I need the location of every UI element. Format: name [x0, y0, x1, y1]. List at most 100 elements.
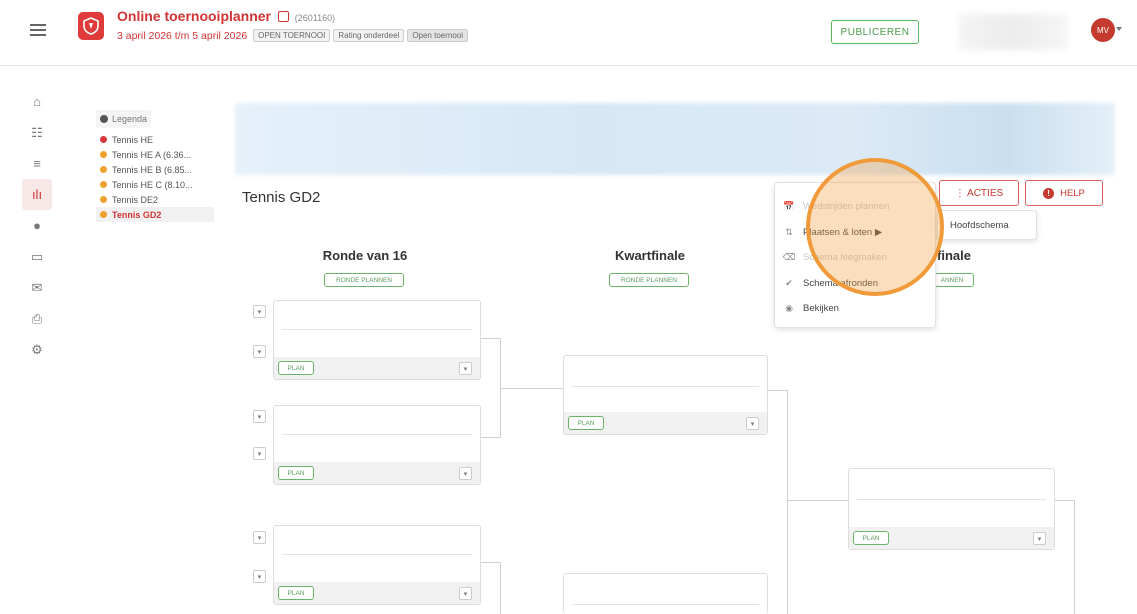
legend-item-label: Tennis GD2	[112, 209, 162, 220]
slot-divider	[857, 499, 1046, 500]
bracket-connector	[768, 390, 788, 614]
slot-dropdown[interactable]: ▾	[253, 410, 266, 423]
dates-text: 3 april 2026 t/m 5 april 2026	[117, 30, 248, 42]
sidebar-rail: ⌂ ☷ ≡ ılı ● ▭ ✉ ⎙ ⚙	[22, 86, 52, 365]
tournament-id: (2601160)	[294, 13, 336, 23]
avatar[interactable]: MV	[1091, 18, 1115, 42]
legend-item-label: Tennis HE C (8.10...	[112, 179, 193, 190]
legend-title[interactable]: Legenda	[96, 110, 152, 128]
slot-dropdown[interactable]: ▾	[253, 447, 266, 460]
hamburger-menu-icon[interactable]	[30, 24, 46, 36]
acties-button[interactable]: ⋮ ACTIES	[939, 180, 1019, 206]
legend-item[interactable]: Tennis HE A (6.36...	[96, 147, 214, 162]
round-plan-button[interactable]: RONDE PLANNEN	[609, 273, 689, 287]
app-logo[interactable]	[78, 12, 104, 40]
home-icon[interactable]: ⌂	[22, 86, 52, 117]
bracket-icon[interactable]: ılı	[22, 179, 52, 210]
legend-item[interactable]: Tennis HE B (6.85...	[96, 162, 214, 177]
match-box[interactable]: PLAN ▾	[563, 355, 768, 435]
blurred-area	[958, 14, 1068, 50]
slot-dropdown[interactable]: ▾	[253, 345, 266, 358]
chevron-down-icon[interactable]	[1116, 27, 1122, 31]
legend-item-label: Tennis HE	[112, 134, 154, 145]
bracket-connector	[481, 338, 501, 438]
legend-dot-icon	[100, 136, 107, 143]
help-button[interactable]: ! HELP	[1025, 180, 1103, 206]
legend-dot-icon	[100, 166, 107, 173]
blurred-banner	[235, 103, 1115, 175]
plan-button[interactable]: PLAN	[853, 531, 889, 545]
match-dropdown[interactable]: ▾	[746, 417, 759, 430]
plan-button[interactable]: PLAN	[278, 361, 314, 375]
menu-item-bekijken[interactable]: ◉ Bekijken	[775, 297, 937, 319]
submenu-hoofdschema[interactable]: Hoofdschema	[937, 210, 1037, 240]
match-box[interactable]: PLAN ▾	[848, 468, 1055, 550]
app-title-text: Online toernooiplanner	[117, 8, 272, 24]
match-box[interactable]	[563, 573, 768, 614]
external-link-icon[interactable]	[277, 11, 289, 22]
round-plan-button[interactable]: RONDE PLANNEN	[324, 273, 404, 287]
match-dropdown[interactable]: ▾	[459, 467, 472, 480]
app-title[interactable]: Online toernooiplanner (2601160)	[117, 8, 335, 24]
match-dropdown[interactable]: ▾	[459, 362, 472, 375]
slot-dropdown[interactable]: ▾	[253, 570, 266, 583]
match-box[interactable]: PLAN ▾	[273, 405, 481, 485]
legend-dot-icon	[100, 196, 107, 203]
slot-divider	[572, 604, 759, 605]
print-icon[interactable]: ⎙	[22, 303, 52, 334]
plan-button[interactable]: PLAN	[278, 586, 314, 600]
tournament-dates: 3 april 2026 t/m 5 april 2026 OPEN TOERN…	[117, 29, 469, 42]
slot-divider	[282, 434, 472, 435]
match-dropdown[interactable]: ▾	[459, 587, 472, 600]
users-icon[interactable]: ☷	[22, 117, 52, 148]
info-icon	[100, 115, 108, 123]
calendar-icon: 📅	[783, 200, 795, 211]
match-box[interactable]: PLAN ▾	[273, 525, 481, 605]
eraser-icon: ⌫	[782, 251, 796, 262]
plan-button[interactable]: PLAN	[278, 466, 314, 480]
shield-icon	[83, 17, 99, 35]
settings-icon[interactable]: ⚙	[22, 334, 52, 365]
mail-icon[interactable]: ✉	[22, 272, 52, 303]
click-highlight	[806, 158, 944, 296]
round-title-ronde-van-16: Ronde van 16	[322, 248, 408, 263]
tag-open: Open toernooi	[407, 29, 469, 42]
slot-divider	[572, 386, 759, 387]
ball-icon[interactable]: ●	[22, 210, 52, 241]
list-icon[interactable]: ≡	[22, 148, 52, 179]
eye-icon: ◉	[785, 302, 793, 313]
slot-divider	[282, 329, 472, 330]
page-title: Tennis GD2	[242, 189, 321, 206]
bracket-connector	[481, 562, 501, 614]
screen-icon[interactable]: ▭	[22, 241, 52, 272]
bracket-connector	[501, 388, 563, 389]
match-dropdown[interactable]: ▾	[1033, 532, 1046, 545]
publish-button[interactable]: PUBLICEREN	[831, 20, 919, 44]
tag-open-toernooi: OPEN TOERNOOI	[253, 29, 331, 42]
legend-item[interactable]: Tennis HE C (8.10...	[96, 177, 214, 192]
slot-dropdown[interactable]: ▾	[253, 531, 266, 544]
legend-dot-icon	[100, 181, 107, 188]
round-title-kwartfinale: Kwartfinale	[614, 248, 686, 263]
plan-button[interactable]: PLAN	[568, 416, 604, 430]
legend-dot-icon	[100, 151, 107, 158]
match-box[interactable]: PLAN ▾	[273, 300, 481, 380]
legend: Legenda Tennis HE Tennis HE A (6.36... T…	[96, 110, 214, 222]
legend-item-label: Tennis DE2	[112, 194, 159, 205]
check-icon: ✔	[785, 277, 793, 288]
sort-icon: ⇅	[785, 226, 793, 237]
alert-icon: !	[1043, 187, 1055, 199]
top-bar: Online toernooiplanner (2601160) 3 april…	[0, 0, 1137, 66]
legend-item[interactable]: Tennis HE	[96, 132, 214, 147]
legend-item-active[interactable]: Tennis GD2	[96, 207, 214, 222]
bracket-connector	[788, 500, 848, 501]
tag-rating: Rating onderdeel	[333, 29, 405, 42]
menu-item-label: Bekijken	[803, 302, 839, 314]
legend-item-label: Tennis HE A (6.36...	[112, 149, 192, 160]
help-button-label: HELP	[1060, 187, 1085, 199]
slot-dropdown[interactable]: ▾	[253, 305, 266, 318]
legend-item-label: Tennis HE B (6.85...	[112, 164, 193, 175]
legend-item[interactable]: Tennis DE2	[96, 192, 214, 207]
legend-title-text: Legenda	[112, 114, 148, 124]
bracket-connector	[1055, 500, 1075, 614]
